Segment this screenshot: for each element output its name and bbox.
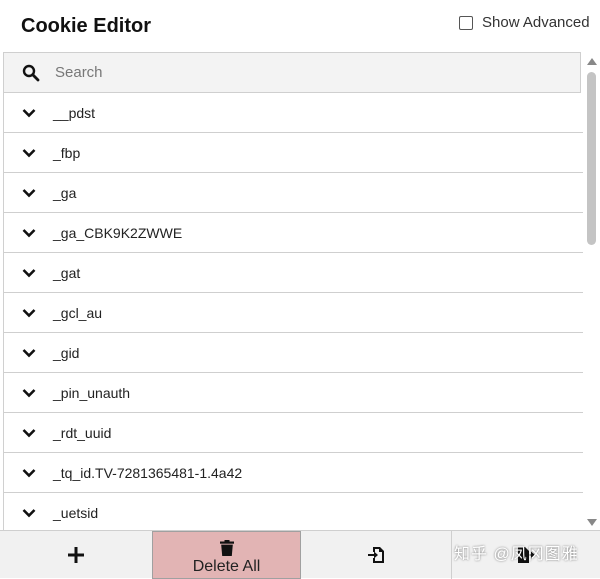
popup-header: Cookie Editor Show Advanced (0, 0, 600, 52)
import-button[interactable] (301, 531, 451, 579)
search-bar (3, 52, 581, 93)
search-icon (22, 64, 40, 81)
cookie-name[interactable]: _ga (53, 185, 76, 201)
delete-all-label[interactable]: Delete All (193, 558, 261, 576)
chevron-down-icon[interactable] (22, 108, 36, 118)
chevron-down-icon[interactable] (22, 508, 36, 518)
cookie-name[interactable]: _fbp (53, 145, 80, 161)
scroll-down-arrow-icon[interactable] (587, 519, 597, 526)
plus-icon (68, 547, 84, 563)
cookie-row[interactable]: _rdt_uuid (4, 413, 583, 453)
show-advanced-label[interactable]: Show Advanced (482, 14, 590, 31)
cookie-name[interactable]: _pin_unauth (53, 385, 130, 401)
import-icon (368, 547, 384, 563)
cookie-row[interactable]: _gid (4, 333, 583, 373)
cookie-row[interactable]: _ga_CBK9K2ZWWE (4, 213, 583, 253)
cookie-row[interactable]: _tq_id.TV-7281365481-1.4a42 (4, 453, 583, 493)
show-advanced-checkbox[interactable] (459, 15, 473, 30)
cookie-name[interactable]: _gat (53, 265, 80, 281)
cookie-row[interactable]: _gcl_au (4, 293, 583, 333)
cookie-row[interactable]: _uetsid (4, 493, 583, 530)
cookie-row[interactable]: _pin_unauth (4, 373, 583, 413)
cookie-name[interactable]: _gid (53, 345, 79, 361)
cookie-name[interactable]: __pdst (53, 105, 95, 121)
trash-icon (219, 540, 234, 556)
cookie-name[interactable]: _uetsid (53, 505, 98, 521)
chevron-down-icon[interactable] (22, 268, 36, 278)
search-input[interactable] (53, 63, 580, 82)
chevron-down-icon[interactable] (22, 388, 36, 398)
app-title: Cookie Editor (21, 15, 152, 37)
chevron-down-icon[interactable] (22, 468, 36, 478)
cookie-name[interactable]: _rdt_uuid (53, 425, 111, 441)
chevron-down-icon[interactable] (22, 428, 36, 438)
chevron-down-icon[interactable] (22, 148, 36, 158)
watermark-text: 知乎 @凤冈图雅 (454, 546, 579, 563)
cookie-row[interactable]: __pdst (4, 93, 583, 133)
chevron-down-icon[interactable] (22, 308, 36, 318)
show-advanced-toggle[interactable]: Show Advanced (459, 14, 590, 31)
chevron-down-icon[interactable] (22, 228, 36, 238)
scrollbar-thumb[interactable] (587, 72, 596, 245)
cookie-row[interactable]: _ga (4, 173, 583, 213)
scrollbar[interactable] (584, 52, 600, 530)
cookie-list: __pdst _fbp _ga _ga_CBK9K2ZWWE _gat _gcl_au _g… (3, 93, 583, 530)
cookie-row[interactable]: _fbp (4, 133, 583, 173)
cookie-row[interactable]: _gat (4, 253, 583, 293)
cookie-name[interactable]: _gcl_au (53, 305, 102, 321)
chevron-down-icon[interactable] (22, 188, 36, 198)
cookie-name[interactable]: _tq_id.TV-7281365481-1.4a42 (53, 465, 242, 481)
scroll-up-arrow-icon[interactable] (587, 58, 597, 65)
delete-all-button[interactable]: Delete All (152, 531, 301, 579)
cookie-name[interactable]: _ga_CBK9K2ZWWE (53, 225, 182, 241)
chevron-down-icon[interactable] (22, 348, 36, 358)
add-cookie-button[interactable] (0, 531, 152, 579)
